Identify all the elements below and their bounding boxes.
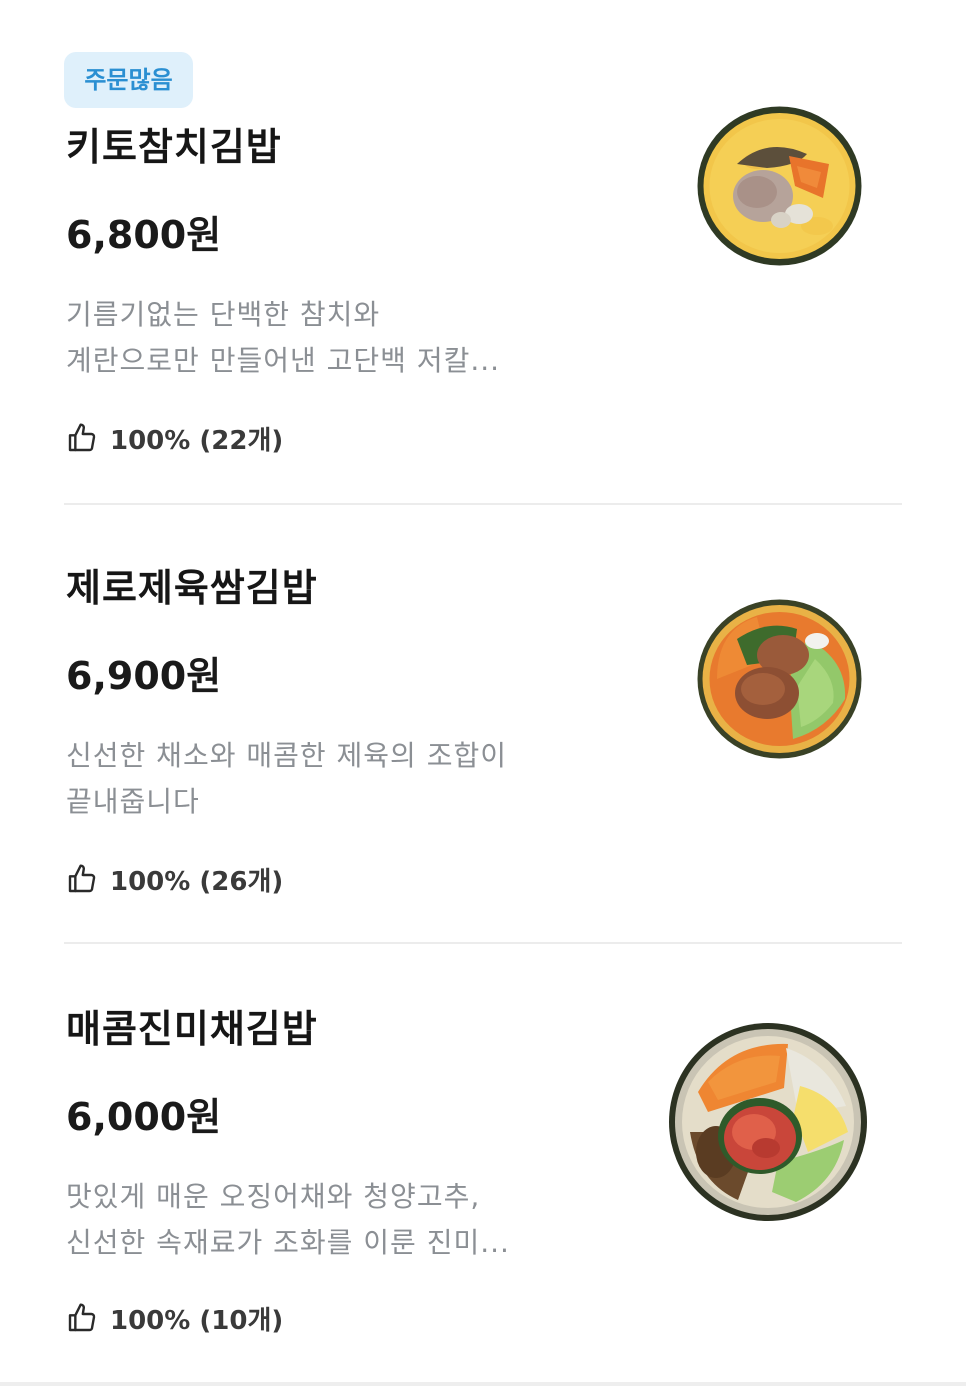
description-line: 계란으로만 만들어낸 고단백 저칼... bbox=[66, 344, 501, 377]
menu-item-image bbox=[697, 106, 862, 266]
description-line: 신선한 채소와 매콤한 제육의 조합이 bbox=[66, 739, 508, 772]
menu-item-price: 6,800원 bbox=[66, 213, 222, 257]
menu-item-price: 6,000원 bbox=[66, 1095, 222, 1139]
description-line: 기름기없는 단백한 참치와 bbox=[66, 298, 381, 331]
menu-item-description: 기름기없는 단백한 참치와 계란으로만 만들어낸 고단백 저칼... bbox=[66, 292, 626, 384]
thumbs-up-icon bbox=[68, 1303, 96, 1332]
rating: 100% (26개) bbox=[66, 861, 283, 897]
rating: 100% (22개) bbox=[66, 420, 283, 456]
menu-item-keto-tuna-gimbap[interactable]: 주문많음 키토참치김밥 6,800원 기름기없는 단백한 참치와 계란으로만 만… bbox=[0, 0, 966, 505]
popular-badge: 주문많음 bbox=[64, 52, 193, 108]
menu-item-image bbox=[668, 1022, 868, 1222]
menu-item-name: 매콤진미채김밥 bbox=[66, 1007, 318, 1051]
description-line: 끝내줍니다 bbox=[66, 785, 200, 818]
menu-item-zero-jeyuk-ssam-gimbap[interactable]: 제로제육쌈김밥 6,900원 신선한 채소와 매콤한 제육의 조합이 끝내줍니다… bbox=[0, 505, 966, 945]
menu-item-description: 맛있게 매운 오징어채와 청양고추, 신선한 속재료가 조화를 이룬 진미... bbox=[66, 1174, 626, 1266]
rating-text: 100% (26개) bbox=[110, 866, 284, 897]
thumbs-up-icon bbox=[68, 423, 96, 452]
description-line: 신선한 속재료가 조화를 이룬 진미... bbox=[66, 1226, 510, 1259]
menu-item-name: 키토참치김밥 bbox=[66, 125, 282, 169]
rating: 100% (10개) bbox=[66, 1300, 283, 1336]
menu-item-description: 신선한 채소와 매콤한 제육의 조합이 끝내줍니다 bbox=[66, 733, 626, 825]
menu-item-price: 6,900원 bbox=[66, 654, 222, 698]
bottom-divider bbox=[0, 1382, 966, 1386]
menu-item-spicy-jinmichae-gimbap[interactable]: 매콤진미채김밥 6,000원 맛있게 매운 오징어채와 청양고추, 신선한 속재… bbox=[0, 944, 966, 1382]
rating-text: 100% (10개) bbox=[110, 1305, 284, 1336]
description-line: 맛있게 매운 오징어채와 청양고추, bbox=[66, 1180, 481, 1213]
menu-item-name: 제로제육쌈김밥 bbox=[66, 566, 318, 610]
menu-item-image bbox=[697, 599, 862, 759]
thumbs-up-icon bbox=[68, 864, 96, 893]
rating-text: 100% (22개) bbox=[110, 425, 284, 456]
